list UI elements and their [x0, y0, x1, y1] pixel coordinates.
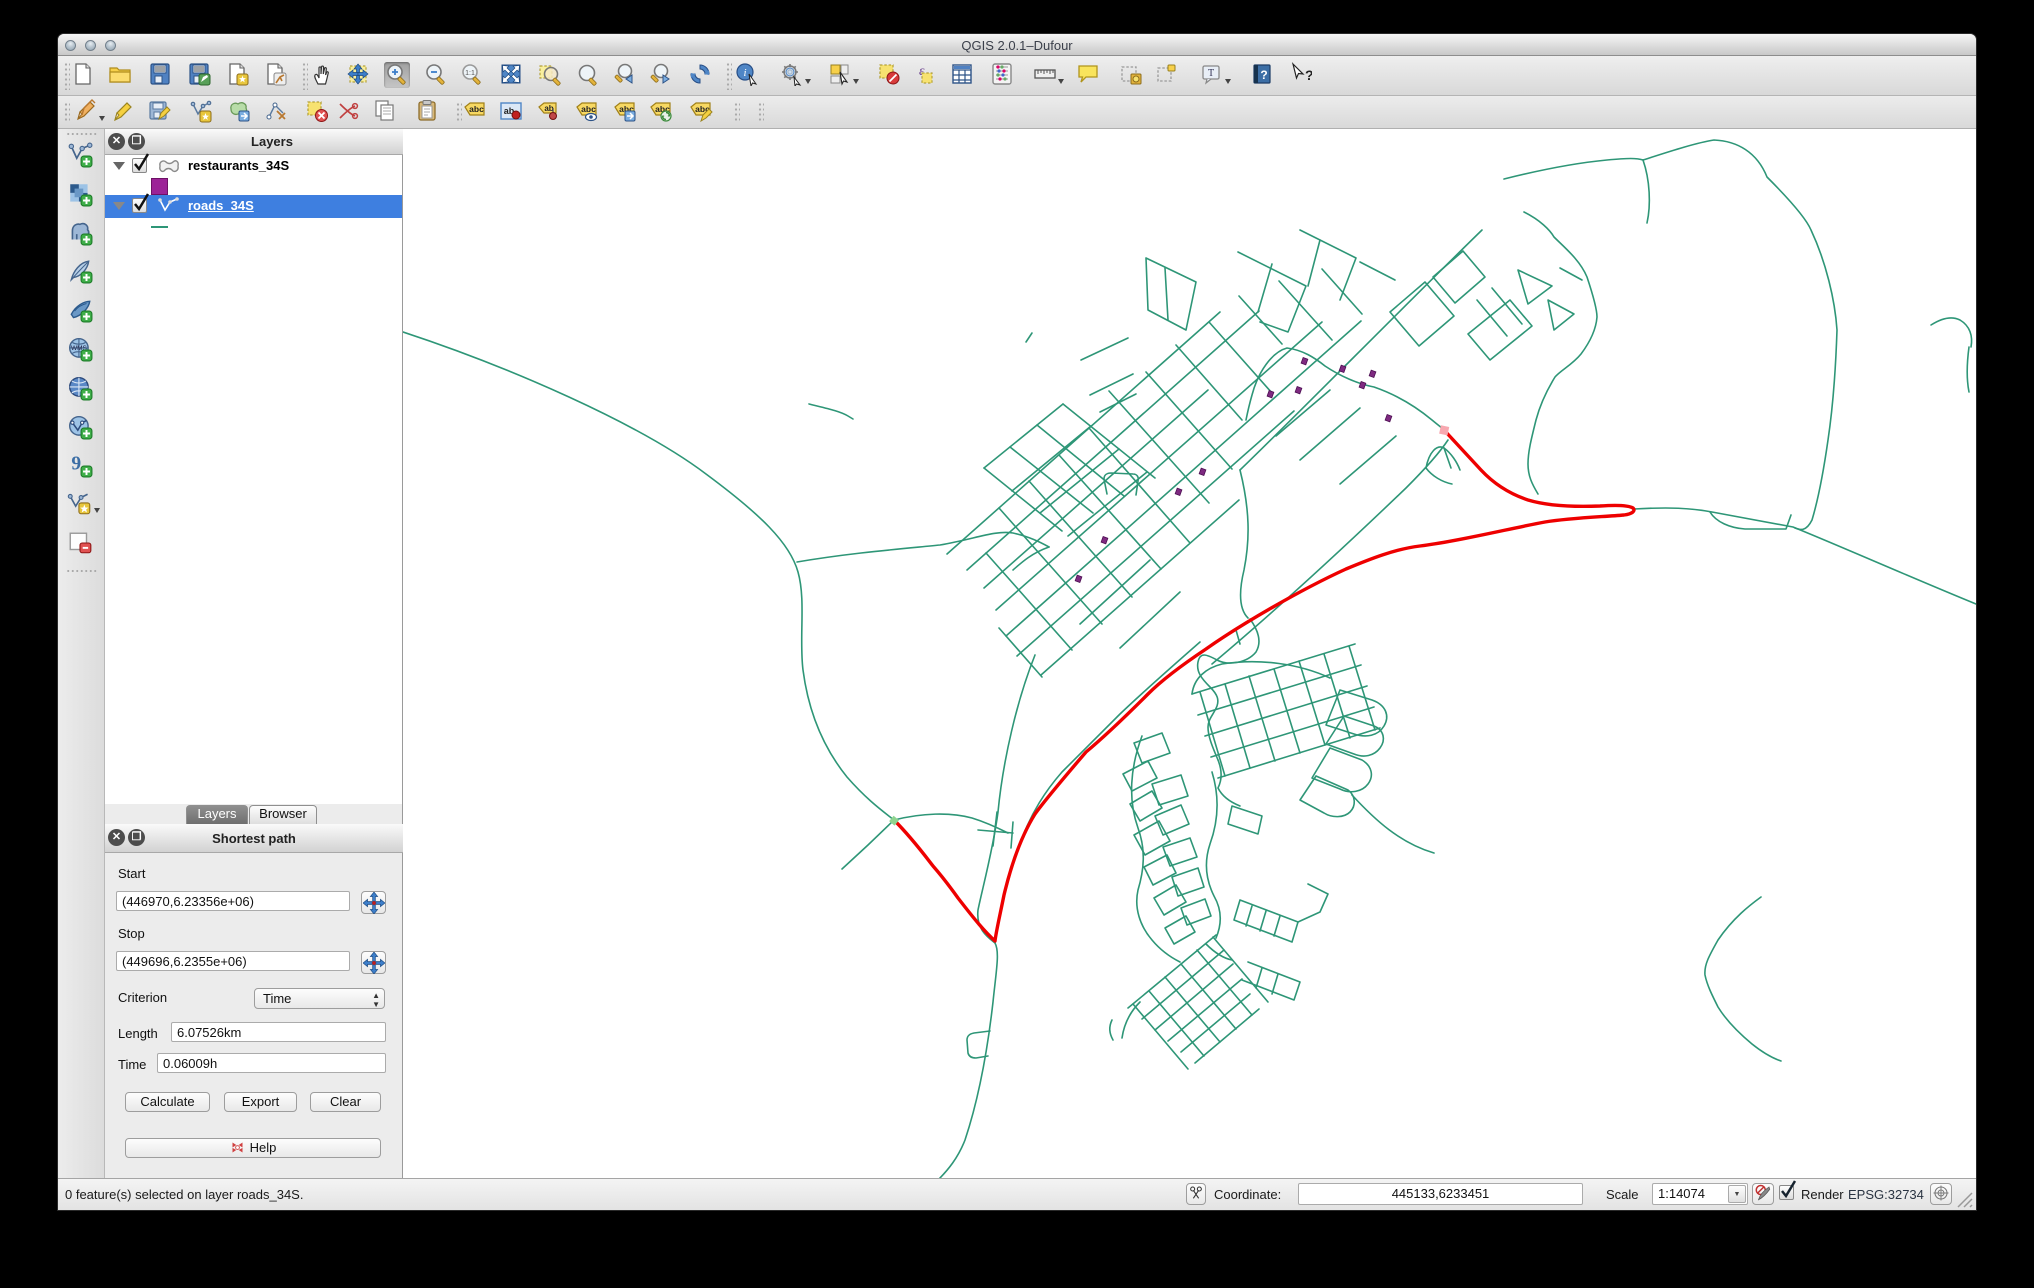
svg-text:abc: abc	[581, 104, 596, 114]
svg-text:9: 9	[71, 453, 81, 474]
svg-text:abc: abc	[469, 104, 484, 114]
svg-text:?: ?	[1305, 67, 1312, 83]
svg-text:?: ?	[1260, 68, 1267, 82]
svg-text:1:1: 1:1	[465, 70, 475, 77]
svg-text:T: T	[1208, 68, 1214, 79]
svg-text:i: i	[743, 67, 746, 79]
